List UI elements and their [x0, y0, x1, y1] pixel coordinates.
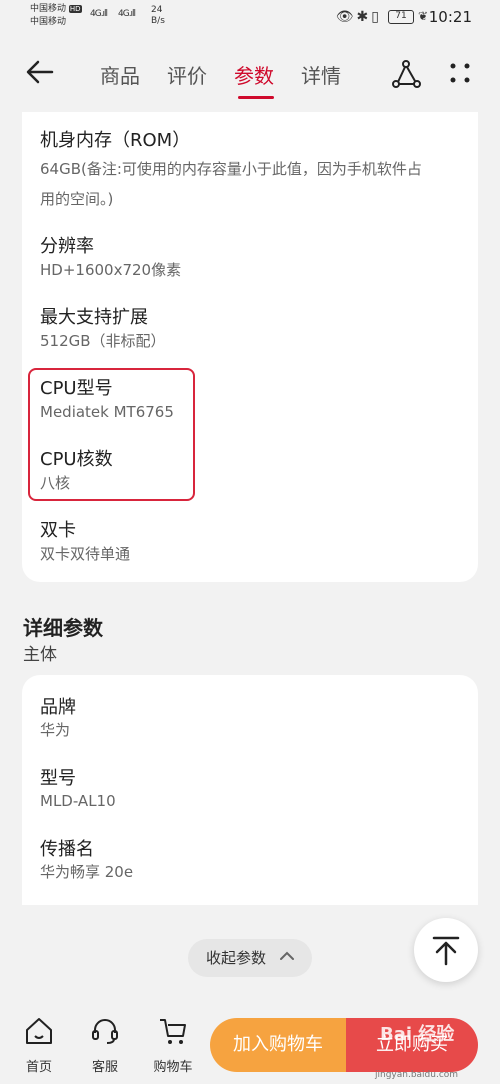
tab-params[interactable]: 参数 — [234, 60, 274, 89]
spec-value-resolution: HD+1600x720像素 — [40, 261, 182, 279]
home-icon — [26, 1018, 52, 1044]
tab-goods[interactable]: 商品 — [100, 60, 140, 89]
signal-1-icon: 4G.ıll — [90, 9, 108, 19]
detail-value-brand: 华为 — [40, 721, 71, 739]
carrier-info: 中国移动 HD 中国移动 — [30, 3, 82, 29]
battery-icon: 71 — [388, 10, 414, 24]
watermark-url: jingyan.baidu.com — [375, 1070, 459, 1080]
hd-badge: HD — [68, 5, 82, 13]
service-label: 客服 — [91, 1060, 118, 1075]
section-title: 详细参数 — [23, 616, 103, 640]
spec-card: 机身内存（ROM） 64GB(备注:可使用的内存容量小于此值，因为手机软件占 用… — [22, 112, 478, 582]
status-bar: 中国移动 HD 中国移动 4G.ıll 4G.ıll 24 B/s 👁✱▯ 71… — [0, 0, 500, 40]
leaf-icon: ❦ — [417, 9, 428, 23]
home-label: 首页 — [25, 1060, 52, 1075]
vibrate-icon: ▯ — [371, 9, 382, 25]
back-to-top-button[interactable] — [414, 918, 478, 982]
carrier-2: 中国移动 — [30, 17, 67, 27]
clock: 10:21 — [428, 8, 472, 26]
cart-label: 购物车 — [153, 1060, 193, 1075]
shopping-cart-icon — [160, 1019, 186, 1044]
chevron-up-icon — [280, 951, 294, 960]
tab-reviews[interactable]: 评价 — [167, 60, 207, 89]
cpu-highlight-box — [28, 368, 195, 501]
share-icon[interactable] — [390, 58, 422, 90]
service-button[interactable]: 客服 — [80, 1016, 130, 1075]
cart-button[interactable]: 购物车 — [148, 1016, 198, 1075]
home-button[interactable]: 首页 — [14, 1016, 64, 1075]
watermark-text: Bai 经验 — [380, 1024, 455, 1045]
spec-value-rom-line1: 64GB(备注:可使用的内存容量小于此值，因为手机软件占 — [40, 160, 422, 178]
signal-2-icon: 4G.ıll — [118, 9, 136, 19]
back-arrow-icon[interactable] — [24, 56, 56, 88]
tab-details[interactable]: 详情 — [301, 60, 341, 89]
active-tab-indicator — [238, 96, 274, 99]
net-rate: 24 B/s — [151, 5, 165, 27]
spec-value-dual-sim: 双卡双待单通 — [40, 545, 131, 563]
headset-icon — [92, 1019, 118, 1044]
arrow-to-top-icon — [432, 936, 460, 966]
net-rate-unit: B/s — [151, 16, 165, 26]
battery-level: 71 — [395, 11, 407, 21]
spec-value-rom-line2: 用的空间。) — [40, 190, 114, 208]
net-rate-value: 24 — [151, 5, 163, 15]
detail-value-model: MLD-AL10 — [40, 792, 116, 810]
spec-value-expansion: 512GB（非标配） — [40, 332, 166, 350]
spec-title-rom: 机身内存（ROM） — [40, 130, 191, 151]
section-subtitle: 主体 — [23, 645, 57, 665]
collapse-params-button[interactable]: 收起参数 — [188, 939, 312, 977]
add-to-cart-button[interactable]: 加入购物车 — [210, 1018, 346, 1072]
carrier-1: 中国移动 — [30, 4, 67, 14]
eye-icon: 👁 — [335, 9, 357, 25]
collapse-label: 收起参数 — [206, 949, 267, 967]
more-icon[interactable] — [446, 58, 474, 90]
detail-value-marketing-name: 华为畅享 20e — [40, 863, 134, 881]
detail-card: 品牌 华为 型号 MLD-AL10 传播名 华为畅享 20e — [22, 675, 478, 905]
status-icons: 👁✱▯ — [336, 9, 382, 25]
bluetooth-icon: ✱ — [356, 9, 372, 25]
top-nav: 商品 评价 参数 详情 — [0, 40, 500, 112]
